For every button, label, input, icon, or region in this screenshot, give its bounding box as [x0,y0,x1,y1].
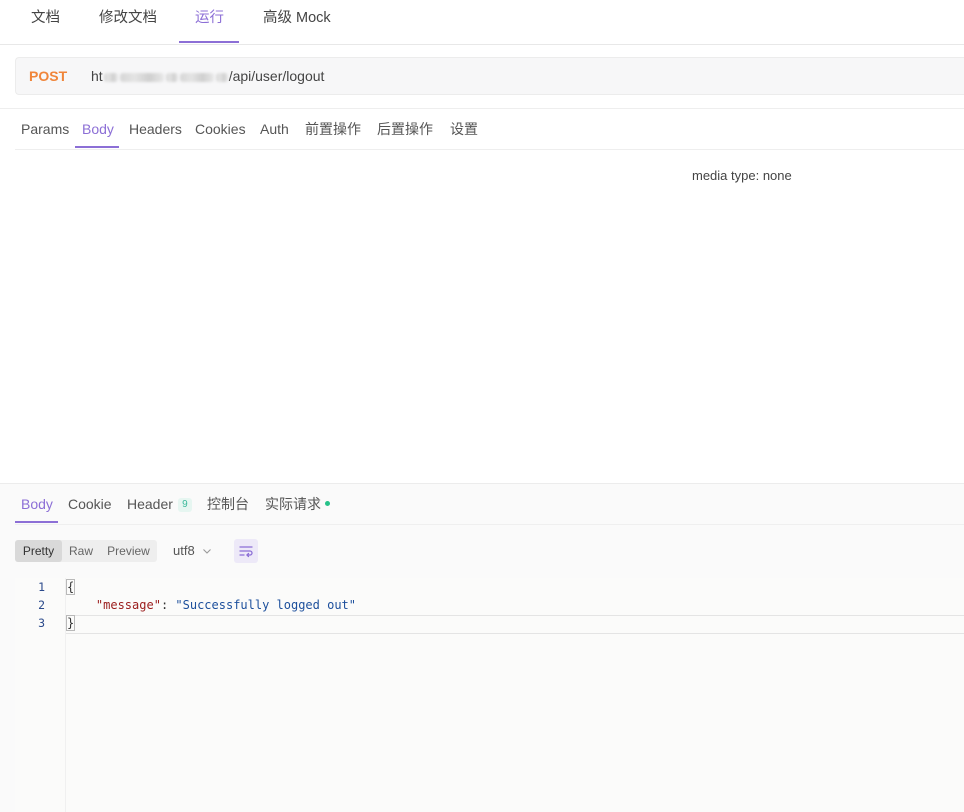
url-prefix: ht [91,68,103,84]
line-number: 2 [38,598,45,612]
active-tab-indicator [15,521,58,523]
body-media-type: media type: none [692,168,792,183]
request-tab-bar: Params Body Headers Cookies Auth 前置操作 后置… [15,109,964,150]
json-value: "Successfully logged out" [175,598,357,612]
resp-tab-console[interactable]: 控制台 [207,484,249,524]
url-path: /api/user/logout [228,68,325,84]
http-method[interactable]: POST [29,58,67,94]
text-caret [74,616,76,631]
tab-run[interactable]: 运行 [195,0,224,44]
url-input[interactable]: ht/api/user/logout [91,58,324,94]
json-colon: : [160,598,176,612]
line-number: 1 [38,580,45,594]
active-tab-indicator [179,41,239,43]
request-url-bar: POST ht/api/user/logout [15,57,964,95]
view-mode-toggle: Pretty Raw Preview [15,540,157,562]
status-dot-icon [325,500,330,506]
encoding-select[interactable]: utf8 [173,540,212,563]
redacted-url-part [165,72,178,82]
tab-body[interactable]: Body [82,109,114,149]
close-brace: } [65,615,76,631]
tab-headers[interactable]: Headers [129,109,182,149]
open-brace: { [65,579,76,595]
current-line-highlight [66,615,964,634]
response-code-editor[interactable]: 1 2 3 { "message": "Successfully logged … [15,578,964,812]
line-number-gutter: 1 2 3 [15,578,66,812]
line-number: 3 [38,616,45,630]
tab-pre-request[interactable]: 前置操作 [305,109,361,149]
code-line: } [65,614,76,632]
tab-post-request[interactable]: 后置操作 [377,109,433,149]
tab-auth[interactable]: Auth [260,109,289,149]
redacted-url-part [179,72,214,82]
redacted-url-part [119,72,164,82]
response-panel: Body Cookie Header 9 控制台 实际请求 Pretty Raw … [0,483,964,812]
view-raw-button[interactable]: Raw [62,540,100,562]
view-preview-button[interactable]: Preview [100,540,157,562]
resp-tab-actual-request-label: 实际请求 [265,496,321,512]
tab-advanced-mock[interactable]: 高级 Mock [263,0,331,44]
code-line: "message": "Successfully logged out" [67,596,356,614]
view-pretty-button[interactable]: Pretty [15,540,62,562]
wrap-lines-button[interactable] [234,539,258,563]
resp-tab-header[interactable]: Header 9 [127,484,192,524]
code-line: { [65,578,76,596]
tab-edit-docs[interactable]: 修改文档 [99,0,157,44]
tab-docs[interactable]: 文档 [31,0,60,44]
redacted-url-part [215,72,228,82]
tab-settings[interactable]: 设置 [450,109,478,149]
tab-cookies[interactable]: Cookies [195,109,246,149]
chevron-down-icon [202,541,212,563]
encoding-value: utf8 [173,543,195,558]
tab-params[interactable]: Params [21,109,69,149]
resp-tab-header-label: Header [127,496,173,512]
response-tab-bar: Body Cookie Header 9 控制台 实际请求 [15,484,964,525]
redacted-url-part [103,72,118,82]
json-key: "message" [95,598,161,612]
wrap-lines-icon [234,546,258,566]
header-count-badge: 9 [177,498,192,513]
active-tab-indicator [75,146,119,148]
resp-tab-actual-request[interactable]: 实际请求 [265,484,330,524]
resp-tab-body[interactable]: Body [21,484,53,524]
top-tab-bar: 文档 修改文档 运行 高级 Mock [0,0,964,45]
resp-tab-cookie[interactable]: Cookie [68,484,112,524]
